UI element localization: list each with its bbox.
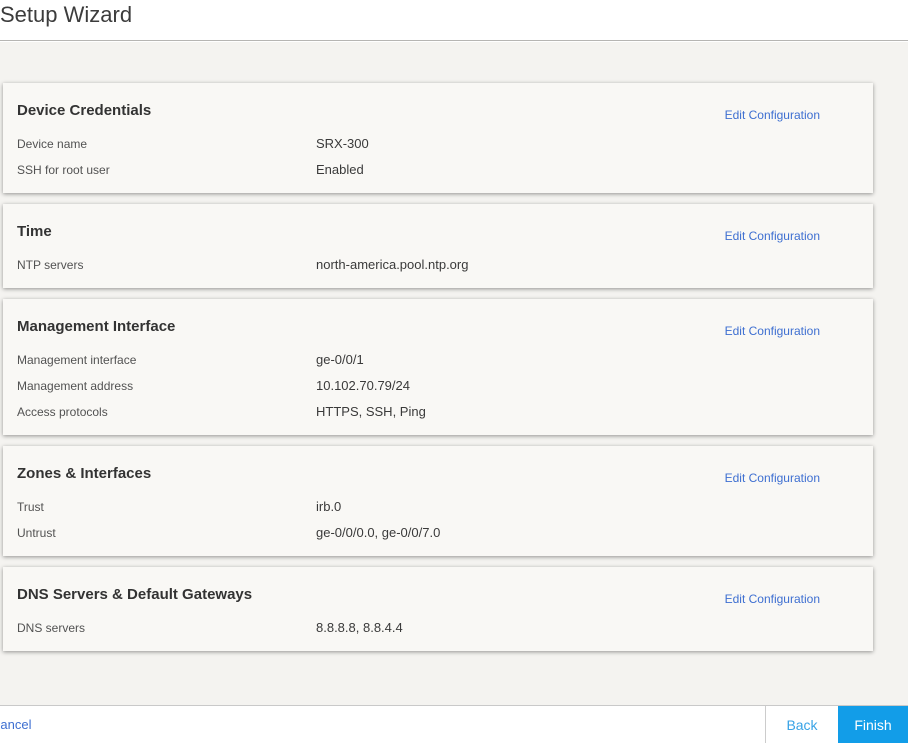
row-label: SSH for root user bbox=[17, 163, 110, 177]
summary-rows: DNS servers 8.8.8.8, 8.8.4.4 bbox=[17, 615, 859, 641]
summary-row: DNS servers 8.8.8.8, 8.8.4.4 bbox=[17, 615, 859, 641]
row-label: Access protocols bbox=[17, 405, 108, 419]
summary-row: SSH for root user Enabled bbox=[17, 157, 859, 183]
row-value: north-america.pool.ntp.org bbox=[316, 257, 469, 272]
back-button[interactable]: Back bbox=[766, 706, 838, 743]
page-header: Setup Wizard bbox=[0, 0, 908, 41]
card-device-credentials: Device Credentials Edit Configuration De… bbox=[3, 83, 873, 193]
summary-row: Management address 10.102.70.79/24 bbox=[17, 373, 859, 399]
summary-row: NTP servers north-america.pool.ntp.org bbox=[17, 252, 859, 278]
card-header: Zones & Interfaces Edit Configuration bbox=[17, 465, 859, 485]
summary-rows: Management interface ge-0/0/1 Management… bbox=[17, 347, 859, 425]
summary-row: Trust irb.0 bbox=[17, 494, 859, 520]
row-label: Device name bbox=[17, 137, 88, 151]
row-value: ge-0/0/1 bbox=[316, 352, 364, 367]
row-value: irb.0 bbox=[316, 499, 342, 514]
card-title: Time bbox=[17, 223, 52, 240]
summary-rows: Device name SRX-300 SSH for root user En… bbox=[17, 131, 859, 183]
cancel-button[interactable]: Cancel bbox=[0, 706, 31, 743]
row-value: HTTPS, SSH, Ping bbox=[316, 404, 426, 419]
row-label: NTP servers bbox=[17, 258, 84, 272]
card-zones-interfaces: Zones & Interfaces Edit Configuration Tr… bbox=[3, 446, 873, 556]
row-label: Trust bbox=[17, 500, 44, 514]
row-value: ge-0/0/0.0, ge-0/0/7.0 bbox=[316, 525, 441, 540]
summary-row: Management interface ge-0/0/1 bbox=[17, 347, 859, 373]
finish-button[interactable]: Finish bbox=[838, 706, 908, 743]
card-header: Management Interface Edit Configuration bbox=[17, 318, 859, 338]
wizard-summary-content: Device Credentials Edit Configuration De… bbox=[0, 42, 908, 705]
edit-configuration-link[interactable]: Edit Configuration bbox=[725, 324, 820, 338]
card-header: Device Credentials Edit Configuration bbox=[17, 102, 859, 122]
edit-configuration-link[interactable]: Edit Configuration bbox=[725, 592, 820, 606]
edit-configuration-link[interactable]: Edit Configuration bbox=[725, 471, 820, 485]
summary-row: Access protocols HTTPS, SSH, Ping bbox=[17, 399, 859, 425]
page-title: Setup Wizard bbox=[0, 2, 133, 27]
card-title: Zones & Interfaces bbox=[17, 465, 152, 482]
card-title: DNS Servers & Default Gateways bbox=[17, 586, 253, 603]
card-dns-gateways: DNS Servers & Default Gateways Edit Conf… bbox=[3, 567, 873, 651]
row-label: Management interface bbox=[17, 353, 137, 367]
row-value: Enabled bbox=[316, 162, 364, 177]
edit-configuration-link[interactable]: Edit Configuration bbox=[725, 108, 820, 122]
row-value: 10.102.70.79/24 bbox=[316, 378, 410, 393]
edit-configuration-link[interactable]: Edit Configuration bbox=[725, 229, 820, 243]
footer-actions: Back Finish bbox=[765, 706, 908, 743]
card-time: Time Edit Configuration NTP servers nort… bbox=[3, 204, 873, 288]
summary-row: Device name SRX-300 bbox=[17, 131, 859, 157]
row-value: SRX-300 bbox=[316, 136, 369, 151]
wizard-footer: Cancel Back Finish bbox=[0, 705, 908, 743]
card-title: Device Credentials bbox=[17, 102, 152, 119]
card-header: DNS Servers & Default Gateways Edit Conf… bbox=[17, 586, 859, 606]
card-header: Time Edit Configuration bbox=[17, 223, 859, 243]
summary-rows: Trust irb.0 Untrust ge-0/0/0.0, ge-0/0/7… bbox=[17, 494, 859, 546]
summary-rows: NTP servers north-america.pool.ntp.org bbox=[17, 252, 859, 278]
row-value: 8.8.8.8, 8.8.4.4 bbox=[316, 620, 403, 635]
row-label: Management address bbox=[17, 379, 134, 393]
row-label: DNS servers bbox=[17, 621, 86, 635]
card-title: Management Interface bbox=[17, 318, 176, 335]
summary-row: Untrust ge-0/0/0.0, ge-0/0/7.0 bbox=[17, 520, 859, 546]
card-management-interface: Management Interface Edit Configuration … bbox=[3, 299, 873, 435]
row-label: Untrust bbox=[17, 526, 56, 540]
